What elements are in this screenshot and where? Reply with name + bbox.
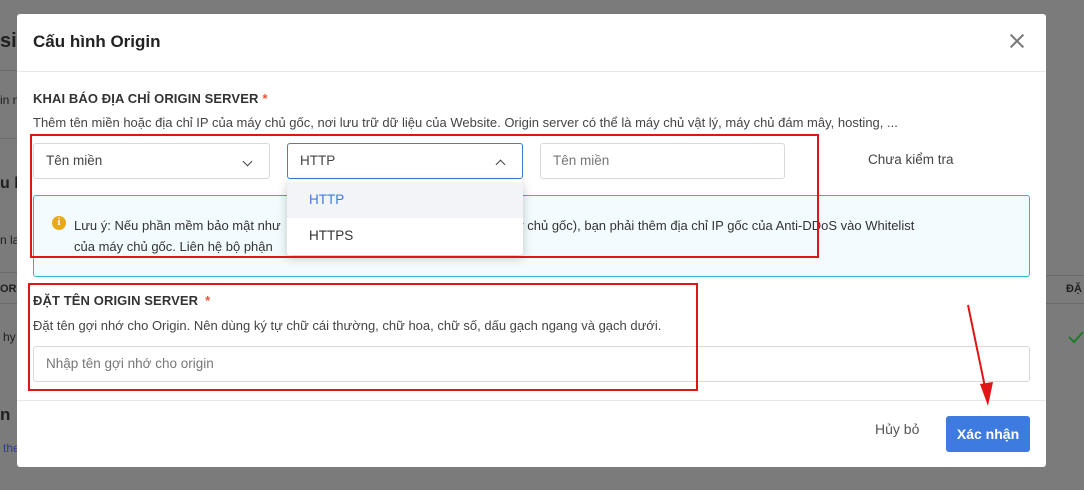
annotation-arrow xyxy=(967,304,993,406)
